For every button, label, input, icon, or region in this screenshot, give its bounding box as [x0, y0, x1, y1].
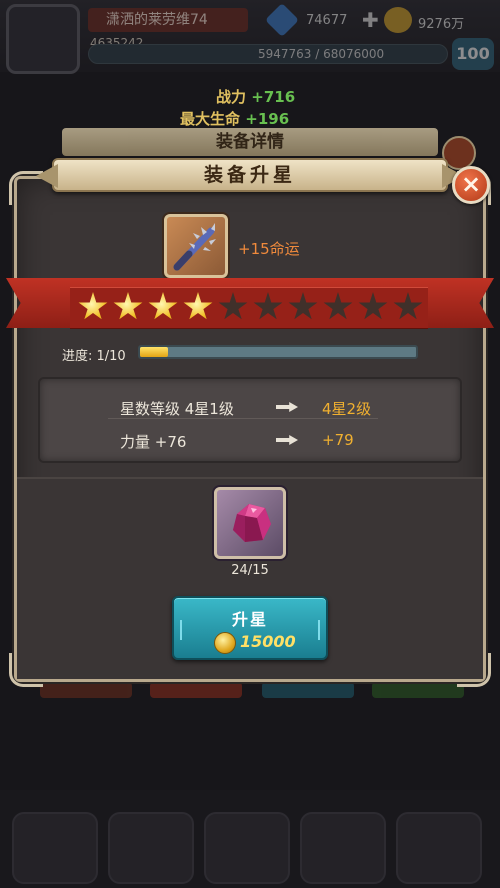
purple-gem-icon [233, 504, 271, 542]
player-name: 潇洒的莱劳维74 [88, 8, 248, 32]
progress-label: 进度: 1/10 [62, 349, 126, 364]
equipment-slot[interactable] [164, 214, 228, 278]
item-bonus: +15命运 [238, 240, 300, 258]
spiked-club-icon [173, 223, 216, 271]
compare-current-star: 星数等级 4星1级 [120, 400, 234, 418]
upgrade-star-button[interactable]: 升星 15000 [172, 596, 328, 660]
compare-next-star: 4星2级 [322, 400, 372, 418]
compare-current-strength: 力量 +76 [120, 433, 187, 451]
coin-count: 9276万 [418, 17, 465, 32]
nav-tab-1[interactable] [12, 812, 98, 884]
bg-button-2 [150, 682, 242, 698]
upgrade-cost: 15000 [240, 632, 296, 651]
avatar[interactable] [6, 4, 80, 74]
material-slot[interactable] [214, 487, 286, 559]
coin-icon [384, 7, 412, 33]
nav-tab-2[interactable] [108, 812, 194, 884]
upgrade-button-label: 升星 [231, 610, 268, 629]
nav-tab-5[interactable] [396, 812, 482, 884]
bg-button-3 [262, 682, 354, 698]
stat-value: +196 [245, 110, 290, 128]
bg-button-1 [40, 682, 132, 698]
close-icon: × [460, 170, 482, 198]
stat-name: 战力 [216, 88, 247, 106]
ornament-corner [457, 653, 491, 687]
progress-fill [140, 347, 168, 357]
dialog-title-ribbon: 装备升星 [36, 158, 464, 192]
stat-gain-power: 战力 +716 [216, 86, 295, 107]
add-currency-icon[interactable]: ✚ [362, 8, 379, 32]
close-button[interactable]: × [452, 166, 490, 204]
gem-count: 74677 [306, 13, 348, 28]
material-count: 24/15 [231, 563, 269, 578]
bg-button-4 [372, 682, 464, 698]
level-badge: 100 [452, 38, 494, 70]
coin-icon [214, 632, 236, 654]
nav-tab-3[interactable] [204, 812, 290, 884]
stat-name: 最大生命 [180, 110, 241, 128]
back-panel-title: 装备详情 [62, 128, 438, 156]
dialog-title: 装备升星 [203, 164, 296, 186]
stat-gain-hp: 最大生命 +196 [180, 108, 289, 129]
compare-next-strength: +79 [322, 431, 354, 449]
nav-tab-4[interactable] [300, 812, 386, 884]
stat-comparison-box [38, 377, 462, 463]
stat-value: +716 [251, 88, 296, 106]
progress-bar [138, 345, 418, 359]
compare-divider [108, 418, 378, 419]
ornament-corner [9, 653, 43, 687]
exp-text: 5947763 / 68076000 [258, 47, 385, 61]
